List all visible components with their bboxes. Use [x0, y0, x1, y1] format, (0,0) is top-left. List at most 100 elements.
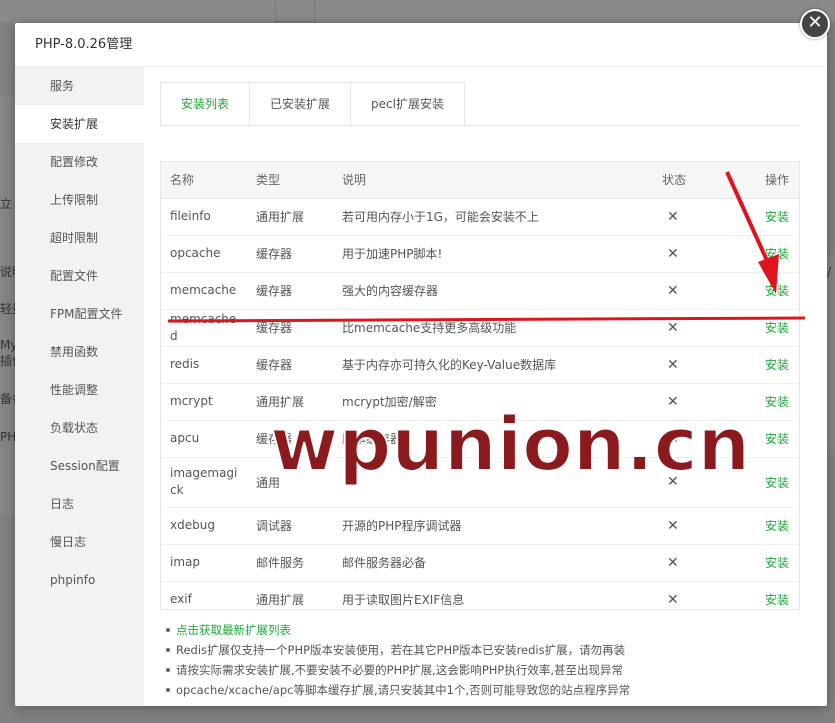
- extension-name: xdebug: [161, 507, 247, 545]
- install-button[interactable]: 安装: [765, 358, 789, 372]
- close-icon[interactable]: ✕: [800, 9, 830, 39]
- table-row: exif 通用扩展 用于读取图片EXIF信息 ✕ 安装: [161, 581, 799, 609]
- table-row: imagemagick 通用 ✕ 安装: [161, 457, 799, 508]
- sidebar-item-upload-limit[interactable]: 上传限制: [15, 181, 144, 219]
- extension-name: apcu: [161, 420, 247, 458]
- not-installed-icon: ✕: [653, 309, 733, 347]
- install-button[interactable]: 安装: [765, 210, 789, 224]
- table-header-row: 名称 类型 说明 状态 操作: [161, 162, 799, 199]
- dialog-content: 安装列表 已安装扩展 pecl扩展安装 名称 类型 说明 状态 操作 filei…: [144, 67, 827, 706]
- table-row: fileinfo 通用扩展 若可用内存小于1G，可能会安装不上 ✕ 安装: [161, 198, 799, 236]
- install-button[interactable]: 安装: [765, 476, 789, 490]
- tab-bar: 安装列表 已安装扩展 pecl扩展安装: [160, 82, 465, 126]
- table-row: redis 缓存器 基于内存亦可持久化的Key-Value数据库 ✕ 安装: [161, 346, 799, 384]
- extension-description: 用于加速PHP脚本!: [333, 235, 653, 273]
- extension-name: memcache: [161, 272, 247, 310]
- install-button[interactable]: 安装: [765, 284, 789, 298]
- tab-installed-extensions[interactable]: 已安装扩展: [250, 82, 352, 126]
- background-text: 立: [0, 197, 13, 211]
- not-installed-icon: ✕: [653, 544, 733, 582]
- help-note: Redis扩展仅支持一个PHP版本安装使用，若在其它PHP版本已安装redis扩…: [164, 640, 804, 660]
- extension-description: 脚本缓存器: [333, 420, 653, 458]
- extensions-table: 名称 类型 说明 状态 操作 fileinfo 通用扩展 若可用内存小于1G，可…: [161, 162, 799, 609]
- sidebar-item-install-extensions[interactable]: 安装扩展: [15, 105, 144, 143]
- extensions-table-container[interactable]: 名称 类型 说明 状态 操作 fileinfo 通用扩展 若可用内存小于1G，可…: [160, 161, 800, 610]
- extension-description: 开源的PHP程序调试器: [333, 507, 653, 545]
- help-note: opcache/xcache/apc等脚本缓存扩展,请只安装其中1个,否则可能导…: [164, 680, 804, 700]
- dialog-title: PHP-8.0.26管理: [15, 23, 827, 67]
- extension-type: 通用: [247, 457, 333, 508]
- install-button[interactable]: 安装: [765, 395, 789, 409]
- not-installed-icon: ✕: [653, 272, 733, 310]
- refresh-extension-list-link[interactable]: 点击获取最新扩展列表: [164, 620, 804, 640]
- not-installed-icon: ✕: [653, 420, 733, 458]
- not-installed-icon: ✕: [653, 346, 733, 384]
- column-header-operation: 操作: [733, 162, 799, 199]
- column-header-description: 说明: [333, 162, 653, 199]
- extension-name: imagemagick: [161, 457, 247, 508]
- sidebar-item-performance-tuning[interactable]: 性能调整: [15, 371, 144, 409]
- table-row: mcrypt 通用扩展 mcrypt加密/解密 ✕ 安装: [161, 383, 799, 421]
- not-installed-icon: ✕: [653, 581, 733, 609]
- extension-name: memcached: [161, 309, 247, 347]
- extension-name: imap: [161, 544, 247, 582]
- tab-pecl-install[interactable]: pecl扩展安装: [351, 82, 465, 126]
- extension-description: 用于读取图片EXIF信息: [333, 581, 653, 609]
- column-header-status: 状态: [653, 162, 733, 199]
- dialog-sidebar: 服务 安装扩展 配置修改 上传限制 超时限制 配置文件 FPM配置文件 禁用函数…: [15, 67, 144, 706]
- extension-description: [333, 457, 653, 508]
- column-header-type: 类型: [247, 162, 333, 199]
- install-button[interactable]: 安装: [765, 247, 789, 261]
- table-row: opcache 缓存器 用于加速PHP脚本! ✕ 安装: [161, 235, 799, 273]
- tab-install-list[interactable]: 安装列表: [160, 82, 251, 126]
- extension-name: redis: [161, 346, 247, 384]
- table-row: memcache 缓存器 强大的内容缓存器 ✕ 安装: [161, 272, 799, 310]
- not-installed-icon: ✕: [653, 457, 733, 508]
- sidebar-item-session-config[interactable]: Session配置: [15, 447, 144, 485]
- install-button[interactable]: 安装: [765, 321, 789, 335]
- extension-description: 邮件服务器必备: [333, 544, 653, 582]
- sidebar-item-service[interactable]: 服务: [15, 67, 144, 105]
- extension-type: 通用扩展: [247, 198, 333, 236]
- extension-type: 调试器: [247, 507, 333, 545]
- extension-type: 邮件服务: [247, 544, 333, 582]
- not-installed-icon: ✕: [653, 383, 733, 421]
- extension-type: 缓存器: [247, 309, 333, 347]
- sidebar-item-config-edit[interactable]: 配置修改: [15, 143, 144, 181]
- column-header-name: 名称: [161, 162, 247, 199]
- background-search-button: [275, 0, 315, 22]
- install-button[interactable]: 安装: [765, 519, 789, 533]
- extension-name: opcache: [161, 235, 247, 273]
- extension-type: 通用扩展: [247, 581, 333, 609]
- extension-description: 若可用内存小于1G，可能会安装不上: [333, 198, 653, 236]
- php-manage-dialog: PHP-8.0.26管理 服务 安装扩展 配置修改 上传限制 超时限制 配置文件…: [15, 23, 827, 706]
- sidebar-item-slow-log[interactable]: 慢日志: [15, 523, 144, 561]
- help-notes: 点击获取最新扩展列表 Redis扩展仅支持一个PHP版本安装使用，若在其它PHP…: [164, 620, 804, 700]
- sidebar-item-timeout-limit[interactable]: 超时限制: [15, 219, 144, 257]
- extension-name: exif: [161, 581, 247, 609]
- extension-type: 缓存器: [247, 272, 333, 310]
- background-topbar: [0, 0, 835, 22]
- extension-type: 通用扩展: [247, 383, 333, 421]
- table-row: memcached 缓存器 比memcache支持更多高级功能 ✕ 安装: [161, 309, 799, 347]
- extension-name: mcrypt: [161, 383, 247, 421]
- table-row: imap 邮件服务 邮件服务器必备 ✕ 安装: [161, 544, 799, 582]
- sidebar-item-config-file[interactable]: 配置文件: [15, 257, 144, 295]
- install-button[interactable]: 安装: [765, 593, 789, 607]
- extension-name: fileinfo: [161, 198, 247, 236]
- sidebar-item-fpm-config-file[interactable]: FPM配置文件: [15, 295, 144, 333]
- extension-type: 缓存器: [247, 420, 333, 458]
- sidebar-item-load-status[interactable]: 负载状态: [15, 409, 144, 447]
- install-button[interactable]: 安装: [765, 432, 789, 446]
- sidebar-item-log[interactable]: 日志: [15, 485, 144, 523]
- extension-description: 基于内存亦可持久化的Key-Value数据库: [333, 346, 653, 384]
- help-note: 请按实际需求安装扩展,不要安装不必要的PHP扩展,这会影响PHP执行效率,甚至出…: [164, 660, 804, 680]
- extension-description: 比memcache支持更多高级功能: [333, 309, 653, 347]
- table-row: xdebug 调试器 开源的PHP程序调试器 ✕ 安装: [161, 507, 799, 545]
- sidebar-item-disabled-functions[interactable]: 禁用函数: [15, 333, 144, 371]
- not-installed-icon: ✕: [653, 198, 733, 236]
- sidebar-item-phpinfo[interactable]: phpinfo: [15, 561, 144, 599]
- not-installed-icon: ✕: [653, 507, 733, 545]
- extension-description: 强大的内容缓存器: [333, 272, 653, 310]
- install-button[interactable]: 安装: [765, 556, 789, 570]
